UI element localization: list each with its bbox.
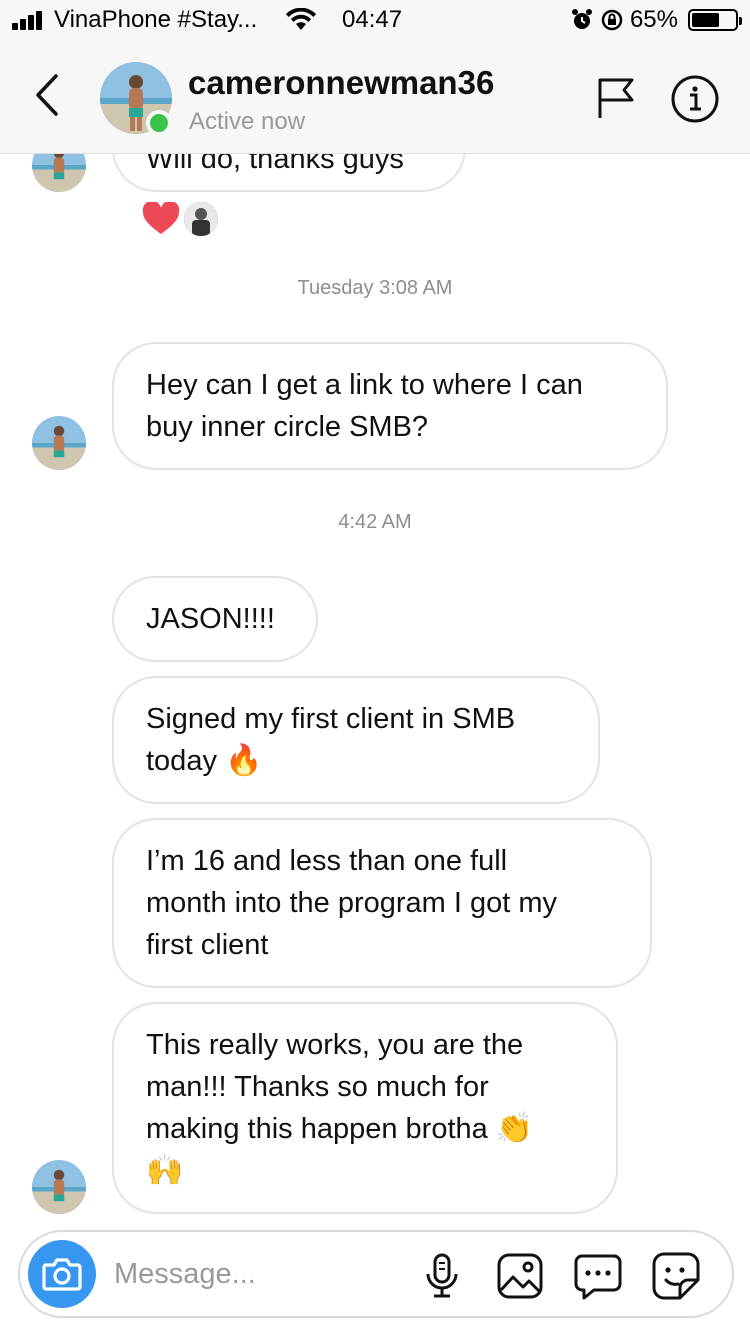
- clapping-emoji: 👏: [495, 1111, 534, 1146]
- message-bubble[interactable]: Signed my first client in SMB today 🔥: [112, 676, 600, 804]
- alarm-icon: [571, 9, 592, 29]
- profile-photo-icon: [32, 1160, 86, 1214]
- message-composer: [18, 1230, 734, 1318]
- orientation-lock-icon: [601, 9, 623, 31]
- message-text: This really works, you are the man!!! Th…: [146, 1029, 524, 1145]
- sender-avatar[interactable]: [32, 1160, 86, 1214]
- fire-emoji: 🔥: [225, 743, 263, 778]
- back-arrow-icon[interactable]: [30, 72, 66, 118]
- message-text: Hey can I get a link to where I can buy …: [146, 369, 583, 443]
- message-reactions[interactable]: [142, 200, 218, 238]
- timestamp: Tuesday 3:08 AM: [297, 277, 453, 299]
- camera-button[interactable]: [28, 1240, 96, 1308]
- sender-avatar[interactable]: [32, 416, 86, 470]
- camera-icon: [42, 1258, 82, 1291]
- message-text: I’m 16 and less than one full month into…: [146, 845, 558, 961]
- message-bubble[interactable]: JASON!!!!: [112, 576, 318, 662]
- sticker-icon[interactable]: [650, 1250, 702, 1302]
- timestamp: 4:42 AM: [338, 511, 412, 533]
- microphone-icon[interactable]: [416, 1250, 468, 1302]
- message-input[interactable]: [114, 1252, 404, 1296]
- gallery-icon[interactable]: [494, 1250, 546, 1302]
- quick-replies-icon[interactable]: [572, 1250, 624, 1302]
- flag-icon[interactable]: [596, 76, 636, 120]
- active-status: Active now: [189, 108, 306, 135]
- message-bubble[interactable]: This really works, you are the man!!! Th…: [112, 1002, 618, 1214]
- battery-fill: [692, 13, 720, 27]
- raised-hands-emoji: 🙌: [146, 1153, 184, 1188]
- message-bubble[interactable]: Hey can I get a link to where I can buy …: [112, 342, 668, 470]
- heart-icon: [142, 202, 180, 234]
- status-right-group: 65%: [570, 6, 742, 34]
- wifi-icon: [286, 8, 316, 30]
- chat-username[interactable]: cameronnewman36: [188, 64, 494, 102]
- chat-header: cameronnewman36 Active now: [0, 40, 750, 154]
- message-bubble[interactable]: I’m 16 and less than one full month into…: [112, 818, 652, 988]
- online-indicator: [146, 110, 172, 136]
- profile-photo-icon: [184, 202, 218, 236]
- clock-time: 04:47: [342, 6, 403, 33]
- status-bar: VinaPhone #Stay... 04:47 65%: [0, 0, 750, 40]
- cellular-signal-icon: [12, 10, 46, 30]
- message-text: JASON!!!!: [146, 603, 275, 635]
- profile-photo-icon: [32, 416, 86, 470]
- reactor-avatar: [184, 202, 218, 236]
- carrier-name: VinaPhone #Stay...: [54, 6, 258, 33]
- battery-percent: 65%: [629, 6, 678, 33]
- info-icon[interactable]: [670, 74, 720, 124]
- message-text: Signed my first client in SMB today: [146, 703, 516, 777]
- battery-icon: [688, 9, 742, 31]
